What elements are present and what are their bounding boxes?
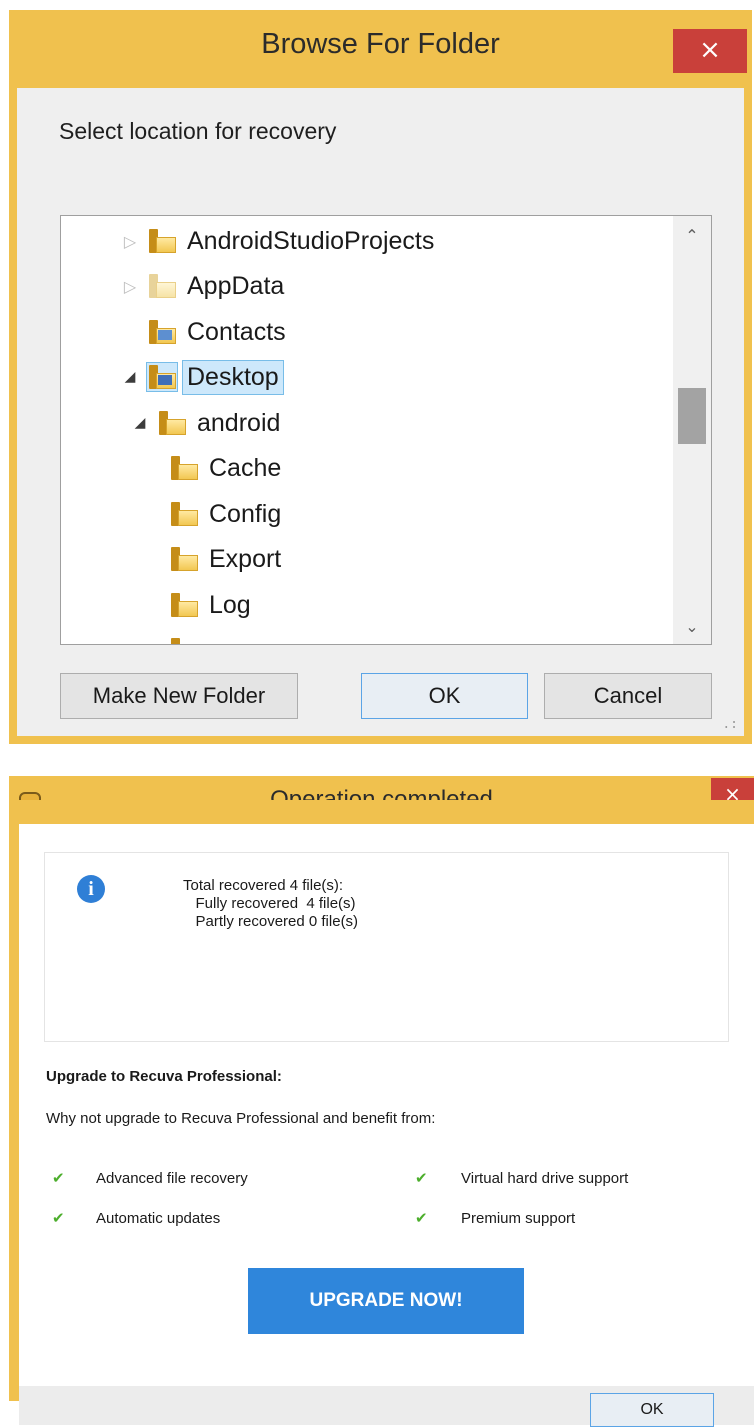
feature-item: ✔ Advanced file recovery — [52, 1169, 248, 1187]
dialog-body: i Total recovered 4 file(s): Fully recov… — [19, 800, 754, 1427]
tree-item-appdata[interactable]: ▷ AppData — [119, 266, 284, 306]
ok-button[interactable]: OK — [361, 673, 528, 719]
collapse-arrow-icon[interactable]: ◢ — [119, 369, 141, 385]
tree-item-androidstudioprojects[interactable]: ▷ AndroidStudioProjects — [119, 221, 435, 261]
folder-icon — [169, 500, 199, 528]
tree-item-log[interactable]: ▷ Log — [141, 585, 251, 625]
tree-item-label: Log — [209, 590, 251, 619]
tree-item-contacts[interactable]: ▷ Contacts — [119, 312, 286, 352]
desktop-folder-icon — [146, 362, 178, 392]
contacts-folder-icon — [147, 318, 177, 346]
scroll-down-arrow-icon[interactable]: ⌄ — [673, 617, 711, 636]
operation-completed-dialog: Operation completed × i Total recovered … — [9, 776, 754, 1427]
tree-item-label: AppData — [187, 271, 285, 300]
tree-item-label: Cache — [209, 453, 282, 482]
folder-icon — [169, 636, 199, 644]
tree-item-label: AndroidStudioProjects — [187, 226, 435, 255]
vertical-scrollbar[interactable]: ⌃ ⌄ — [673, 216, 711, 644]
tree-item-export[interactable]: ▷ Export — [141, 539, 281, 579]
info-icon: i — [77, 875, 105, 903]
feature-label: Virtual hard drive support — [461, 1169, 629, 1187]
scrollbar-thumb[interactable] — [678, 388, 706, 444]
tree-item-label: Contacts — [187, 317, 286, 346]
folder-icon — [147, 272, 177, 300]
folder-icon — [157, 409, 187, 437]
summary-fully: Fully recovered 4 file(s) — [183, 895, 356, 912]
folder-icon — [169, 545, 199, 573]
tree-item-cache[interactable]: ▷ Cache — [141, 448, 281, 488]
tree-item-config[interactable]: ▷ Config — [141, 494, 281, 534]
collapse-arrow-icon[interactable]: ◢ — [129, 415, 151, 431]
prompt-text: Select location for recovery — [59, 118, 337, 144]
tree-item-label: Export — [209, 544, 282, 573]
ok-button[interactable]: OK — [590, 1393, 714, 1427]
feature-item: ✔ Premium support — [415, 1209, 575, 1227]
feature-label: Automatic updates — [96, 1209, 221, 1227]
feature-item: ✔ Automatic updates — [52, 1209, 220, 1227]
folder-icon — [147, 227, 177, 255]
checkmark-icon: ✔ — [52, 1169, 65, 1187]
feature-item: ✔ Virtual hard drive support — [415, 1169, 628, 1187]
tree-item-label: Desktop — [182, 359, 284, 395]
feature-label: Advanced file recovery — [96, 1169, 248, 1187]
tree-item-desktop[interactable]: ◢ Desktop — [119, 357, 284, 397]
expand-arrow-icon[interactable]: ▷ — [119, 277, 141, 296]
checkmark-icon: ✔ — [415, 1209, 428, 1227]
tree-item-label: android — [197, 408, 281, 437]
tree-item-clipped[interactable]: ▷ — [141, 630, 209, 644]
resize-grip-icon[interactable]: .: — [722, 717, 738, 732]
checkmark-icon: ✔ — [415, 1169, 428, 1187]
upgrade-heading: Upgrade to Recuva Professional: — [46, 1068, 282, 1085]
browse-for-folder-dialog: Browse For Folder × Select location for … — [9, 10, 752, 744]
upgrade-intro: Why not upgrade to Recuva Professional a… — [46, 1110, 436, 1127]
folder-icon — [169, 454, 199, 482]
checkmark-icon: ✔ — [52, 1209, 65, 1227]
cancel-button[interactable]: Cancel — [544, 673, 712, 719]
feature-label: Premium support — [461, 1209, 576, 1227]
recovery-summary-box: i Total recovered 4 file(s): Fully recov… — [44, 852, 729, 1042]
upgrade-now-button[interactable]: UPGRADE NOW! — [248, 1268, 524, 1334]
dialog-body: Select location for recovery ▷ AndroidSt… — [17, 88, 744, 736]
folder-tree[interactable]: ▷ AndroidStudioProjects ▷ AppData ▷ Cont… — [60, 215, 712, 645]
expand-arrow-icon[interactable]: ▷ — [119, 232, 141, 251]
recovery-summary: Total recovered 4 file(s): Fully recover… — [183, 877, 358, 931]
summary-partly: Partly recovered 0 file(s) — [183, 913, 359, 930]
close-button[interactable]: × — [673, 29, 747, 73]
tree-item-label: Config — [209, 499, 282, 528]
folder-icon — [169, 591, 199, 619]
make-new-folder-button[interactable]: Make New Folder — [60, 673, 298, 719]
summary-total: Total recovered 4 file(s): — [183, 877, 344, 894]
scroll-up-arrow-icon[interactable]: ⌃ — [673, 226, 711, 245]
title-bar[interactable]: Browse For Folder × — [9, 10, 752, 88]
tree-item-android[interactable]: ◢ android — [129, 403, 281, 443]
dialog-title: Browse For Folder — [261, 28, 500, 60]
